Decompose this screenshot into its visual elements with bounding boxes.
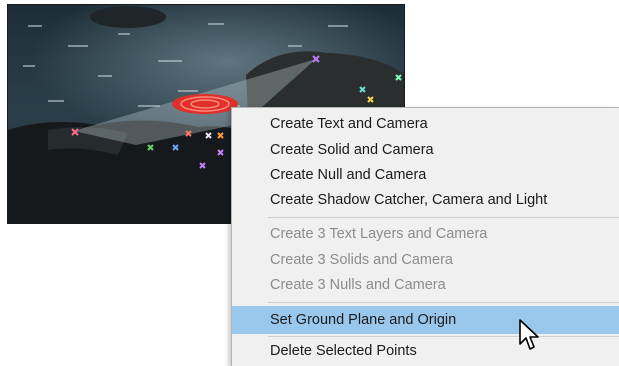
menu-item-set-ground-plane-and-origin[interactable]: Set Ground Plane and Origin	[232, 306, 619, 334]
menu-item-create-3-text-layers-and-camera: Create 3 Text Layers and Camera	[270, 226, 488, 242]
rock-top	[90, 6, 166, 28]
menu-item-create-null-and-camera[interactable]: Create Null and Camera	[232, 163, 619, 188]
menu-item-create-3-nulls-and-camera: Create 3 Nulls and Camera	[270, 277, 446, 293]
menu-item-delete-selected-points[interactable]: Delete Selected Points	[232, 339, 619, 364]
menu-separator	[268, 217, 619, 218]
menu-separator	[268, 302, 619, 303]
arrow-cursor-icon	[519, 319, 539, 350]
context-menu: Create Text and Camera Create Solid and …	[231, 107, 619, 366]
menu-item-create-text-and-camera[interactable]: Create Text and Camera	[232, 112, 619, 137]
menu-separator	[268, 336, 619, 337]
menu-item-create-solid-and-camera[interactable]: Create Solid and Camera	[232, 138, 619, 163]
menu-item-create-3-solids-and-camera: Create 3 Solids and Camera	[270, 252, 453, 268]
ground-plane-target-icon	[172, 94, 238, 114]
menu-item-create-shadow-catcher-camera-light[interactable]: Create Shadow Catcher, Camera and Light	[232, 188, 619, 213]
